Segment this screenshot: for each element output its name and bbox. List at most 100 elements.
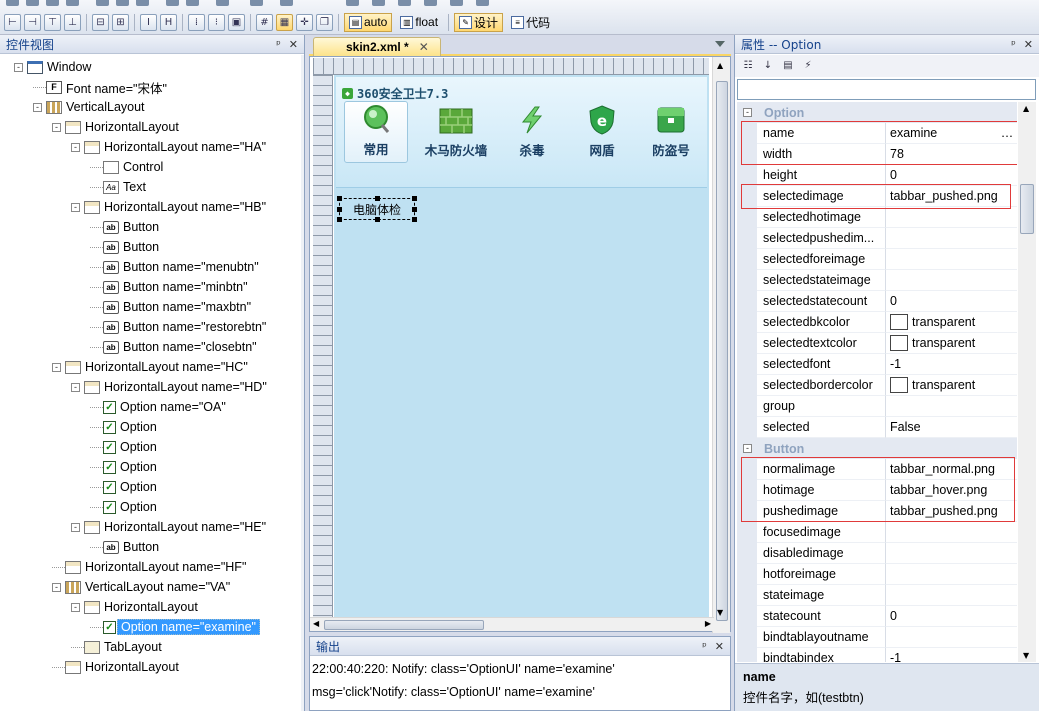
property-value[interactable]: [886, 396, 1017, 417]
property-row[interactable]: statecount 0: [737, 606, 1017, 627]
scroll-thumb[interactable]: [1020, 184, 1034, 234]
center-horizontal-icon[interactable]: ⊞: [112, 13, 129, 31]
grid-icon[interactable]: [280, 0, 293, 6]
property-value[interactable]: False: [886, 417, 1017, 438]
property-row[interactable]: selectedhotimage: [737, 207, 1017, 228]
align-top-icon[interactable]: ⊤: [44, 13, 61, 31]
tree-node[interactable]: ab Button: [90, 237, 159, 257]
tree-node[interactable]: ab Button name="minbtn": [90, 277, 248, 297]
list-tool-icon[interactable]: [424, 0, 437, 6]
property-value[interactable]: 0: [886, 291, 1017, 312]
run-icon[interactable]: [250, 0, 263, 6]
document-tab[interactable]: skin2.xml * ✕: [313, 37, 441, 56]
tree-node[interactable]: F Font name="宋体": [33, 77, 167, 97]
property-value[interactable]: transparent: [886, 375, 1017, 396]
collapse-toggle-icon[interactable]: -: [52, 122, 61, 132]
collapse-toggle-icon[interactable]: -: [33, 102, 42, 112]
property-row[interactable]: hotforeimage: [737, 564, 1017, 585]
property-row[interactable]: bindtablayoutname: [737, 627, 1017, 648]
property-row[interactable]: selectedpushedim...: [737, 228, 1017, 249]
property-row[interactable]: disabledimage: [737, 543, 1017, 564]
design-canvas[interactable]: ◆ 360安全卫士7.3 常用 木马防火墙 杀毒 e 网盾 防盗号 电脑体检: [334, 75, 709, 620]
collapse-toggle-icon[interactable]: -: [71, 602, 80, 612]
same-height-icon[interactable]: H: [160, 13, 177, 31]
tree-node[interactable]: ✓ Option: [90, 437, 157, 457]
new-file-icon[interactable]: [6, 0, 19, 6]
tree-node[interactable]: - HorizontalLayout name="HA": [71, 137, 266, 157]
property-category[interactable]: - Option: [737, 102, 1017, 123]
tree-node[interactable]: - VerticalLayout: [33, 97, 145, 117]
preview-nav-firewall[interactable]: 木马防火墙: [416, 101, 496, 163]
scroll-right-icon[interactable]: ▶: [705, 619, 711, 628]
scroll-down-icon[interactable]: ▼: [717, 608, 723, 617]
tree-node[interactable]: ab Button name="menubtn": [90, 257, 259, 277]
property-value[interactable]: [886, 585, 1017, 606]
auto-layout-button[interactable]: ▤ auto: [344, 12, 393, 32]
property-row[interactable]: bindtabindex -1: [737, 648, 1017, 662]
tree-node[interactable]: - HorizontalLayout name="HD": [71, 377, 267, 397]
align-right-icon[interactable]: ⊣: [24, 13, 41, 31]
close-icon[interactable]: ✕: [715, 640, 724, 653]
resize-handle[interactable]: [337, 207, 342, 212]
space-horizontal-icon[interactable]: ⁞: [188, 13, 205, 31]
property-row[interactable]: selectedbordercolor transparent: [737, 375, 1017, 396]
collapse-toggle-icon[interactable]: -: [71, 522, 80, 532]
tree-node[interactable]: ✓ Option: [90, 497, 157, 517]
property-value[interactable]: [886, 627, 1017, 648]
tree-node[interactable]: HorizontalLayout name="HF": [52, 557, 246, 577]
tree-node[interactable]: ab Button name="closebtn": [90, 337, 257, 357]
close-icon[interactable]: ✕: [289, 38, 298, 51]
scroll-down-icon[interactable]: ▼: [1023, 651, 1029, 660]
option-tool-icon[interactable]: [450, 0, 463, 6]
tree-node[interactable]: ab Button: [90, 217, 159, 237]
collapse-toggle-icon[interactable]: -: [14, 62, 23, 72]
property-row[interactable]: selectedbkcolor transparent: [737, 312, 1017, 333]
tree-node[interactable]: ✓ Option: [90, 457, 157, 477]
tree-node[interactable]: - HorizontalLayout name="HE": [71, 517, 266, 537]
scroll-left-icon[interactable]: ◀: [313, 619, 319, 628]
property-value[interactable]: 0: [886, 606, 1017, 627]
select-all-icon[interactable]: ▦: [276, 13, 293, 31]
property-value[interactable]: [886, 228, 1017, 249]
scroll-thumb[interactable]: [716, 81, 728, 621]
property-row[interactable]: focusedimage: [737, 522, 1017, 543]
resize-handle[interactable]: [375, 196, 380, 201]
save-icon[interactable]: [46, 0, 59, 6]
collapse-toggle-icon[interactable]: -: [71, 142, 80, 152]
property-row[interactable]: stateimage: [737, 585, 1017, 606]
resize-handle[interactable]: [412, 217, 417, 222]
collapse-toggle-icon[interactable]: -: [743, 444, 752, 453]
tree-node[interactable]: - HorizontalLayout name="HB": [71, 197, 266, 217]
property-value[interactable]: -1: [886, 354, 1017, 375]
design-view-button[interactable]: ✎ 设计: [454, 12, 504, 32]
refresh-icon[interactable]: [476, 0, 489, 6]
design-vertical-scrollbar[interactable]: ▲ ▼: [712, 57, 730, 633]
tree-node[interactable]: - HorizontalLayout name="HC": [52, 357, 248, 377]
categorized-icon[interactable]: ☷: [741, 59, 755, 73]
save-all-icon[interactable]: [66, 0, 79, 6]
tree-node[interactable]: ✓ Option: [90, 417, 157, 437]
property-value[interactable]: [886, 270, 1017, 291]
cut-icon[interactable]: [96, 0, 109, 6]
property-row[interactable]: selectedtextcolor transparent: [737, 333, 1017, 354]
show-grid-icon[interactable]: #: [256, 13, 273, 31]
control-tool-icon[interactable]: [346, 0, 359, 6]
tree-node[interactable]: - HorizontalLayout: [71, 597, 198, 617]
sort-alphabetical-icon[interactable]: ↓: [761, 59, 775, 73]
color-swatch[interactable]: [890, 335, 908, 351]
property-scrollbar[interactable]: ▲ ▼: [1018, 102, 1036, 662]
open-file-icon[interactable]: [26, 0, 39, 6]
preview-nav-antitheft[interactable]: 防盗号: [642, 101, 700, 163]
center-vertical-icon[interactable]: ⊟: [92, 13, 109, 31]
pin-icon[interactable]: ᵖ: [702, 640, 707, 653]
preview-nav-webshield[interactable]: e 网盾: [574, 101, 630, 163]
scroll-up-icon[interactable]: ▲: [1023, 104, 1029, 113]
property-value[interactable]: [886, 543, 1017, 564]
align-bottom-icon[interactable]: ⊥: [64, 13, 81, 31]
paste-icon[interactable]: [136, 0, 149, 6]
property-row[interactable]: selectedfont -1: [737, 354, 1017, 375]
property-value[interactable]: 0: [886, 165, 1017, 186]
delete-icon[interactable]: [216, 0, 229, 6]
collapse-toggle-icon[interactable]: -: [52, 362, 61, 372]
property-value[interactable]: transparent: [886, 333, 1017, 354]
